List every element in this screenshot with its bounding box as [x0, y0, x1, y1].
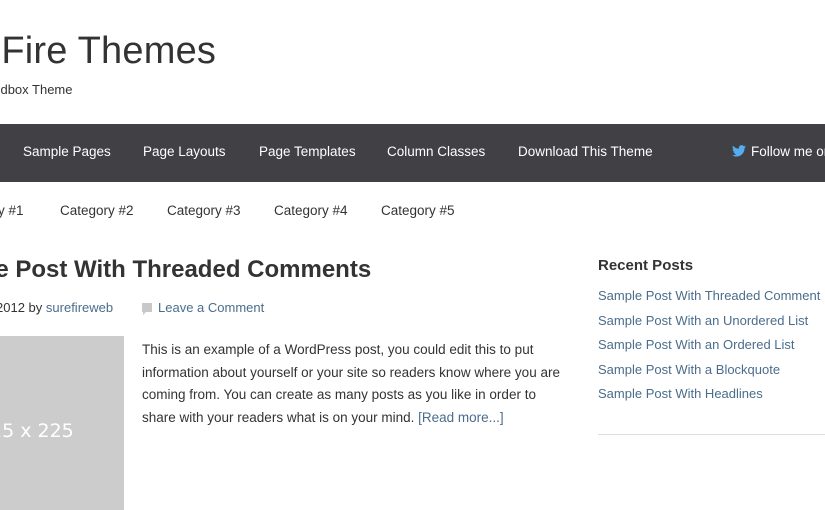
post-title[interactable]: ple Post With Threaded Comments: [0, 256, 371, 284]
category-nav: y #1 Category #2 Category #3 Category #4…: [0, 182, 825, 240]
category-item-5[interactable]: Category #5: [381, 203, 455, 218]
recent-post-link[interactable]: Sample Post With a Blockquote: [598, 362, 820, 387]
nav-item-column-classes[interactable]: Column Classes: [387, 144, 485, 159]
post-excerpt: This is an example of a WordPress post, …: [142, 339, 567, 430]
read-more-link[interactable]: [Read more...]: [418, 410, 504, 425]
post-author-link[interactable]: surefireweb: [46, 300, 113, 315]
recent-post-link[interactable]: Sample Post With an Ordered List: [598, 337, 820, 362]
site-header: eFire Themes andbox Theme: [0, 0, 825, 124]
comment-icon: [142, 303, 152, 315]
recent-post-link[interactable]: Sample Post With Threaded Comment: [598, 288, 820, 313]
recent-post-link[interactable]: Sample Post With an Unordered List: [598, 313, 820, 338]
recent-posts-heading: Recent Posts: [598, 257, 694, 274]
category-item-3[interactable]: Category #3: [167, 203, 241, 218]
leave-comment-link[interactable]: Leave a Comment: [142, 300, 264, 315]
primary-nav: Sample Pages Page Layouts Page Templates…: [0, 124, 825, 182]
twitter-icon: [732, 145, 746, 157]
site-tagline: andbox Theme: [0, 82, 73, 97]
post-meta: 2012 by surefireweb: [0, 300, 113, 315]
leave-comment-label: Leave a Comment: [158, 300, 265, 315]
nav-item-page-templates[interactable]: Page Templates: [259, 144, 356, 159]
category-item-1[interactable]: y #1: [0, 203, 24, 218]
post-date: 2012: [0, 300, 25, 315]
post-thumbnail[interactable]: 25 x 225: [0, 336, 124, 510]
sidebar-divider: [598, 434, 825, 435]
site-title[interactable]: eFire Themes: [0, 30, 216, 73]
follow-me-label: Follow me or: [751, 144, 825, 159]
recent-post-link[interactable]: Sample Post With Headlines: [598, 386, 820, 411]
nav-item-download-theme[interactable]: Download This Theme: [518, 144, 653, 159]
category-item-2[interactable]: Category #2: [60, 203, 134, 218]
post-by-label: by: [28, 300, 43, 315]
follow-me-link[interactable]: Follow me or: [732, 144, 825, 159]
thumbnail-size-label: 25 x 225: [0, 420, 74, 442]
category-item-4[interactable]: Category #4: [274, 203, 348, 218]
recent-posts-list: Sample Post With Threaded Comment Sample…: [598, 288, 820, 411]
nav-item-sample-pages[interactable]: Sample Pages: [23, 144, 111, 159]
nav-item-page-layouts[interactable]: Page Layouts: [143, 144, 226, 159]
